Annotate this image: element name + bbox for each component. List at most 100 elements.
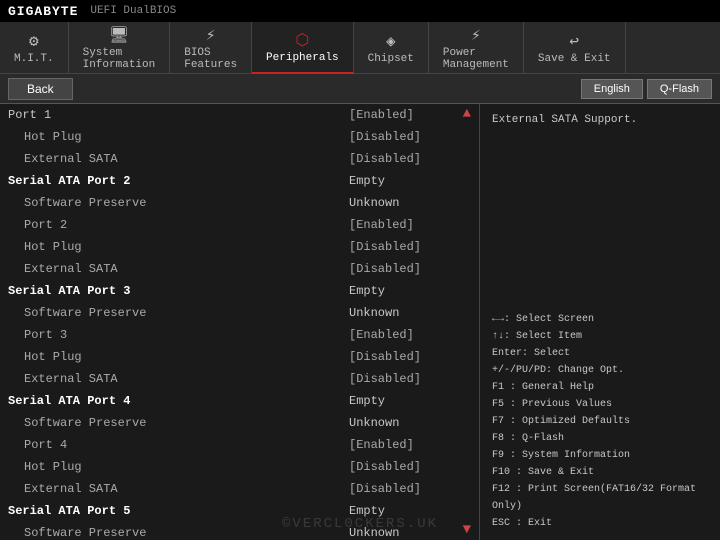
table-row[interactable]: External SATA[Disabled]	[0, 478, 479, 500]
setting-name: External SATA	[8, 482, 341, 496]
table-row[interactable]: External SATA[Disabled]	[0, 258, 479, 280]
setting-name: Serial ATA Port 5	[8, 504, 341, 518]
setting-name: Serial ATA Port 4	[8, 394, 341, 408]
key-guide-line: ↑↓: Select Item	[492, 328, 708, 345]
setting-name: Software Preserve	[8, 526, 341, 540]
table-row[interactable]: Serial ATA Port 5Empty	[0, 500, 479, 522]
table-row[interactable]: Serial ATA Port 3Empty	[0, 280, 479, 302]
setting-name: Serial ATA Port 3	[8, 284, 341, 298]
key-hint: F1 : General Help	[492, 379, 594, 396]
setting-name: Hot Plug	[8, 460, 341, 474]
setting-value: Empty	[341, 284, 471, 298]
table-row[interactable]: Hot Plug[Disabled]	[0, 236, 479, 258]
nav-peripherals-label: Peripherals	[266, 52, 339, 64]
nav-power-mgmt-label: PowerManagement	[443, 47, 509, 71]
nav-bios-features[interactable]: ⚡ BIOSFeatures	[170, 22, 252, 74]
brand-logo: GIGABYTE	[8, 4, 78, 19]
setting-value: Unknown	[341, 196, 471, 210]
table-row[interactable]: Serial ATA Port 2Empty	[0, 170, 479, 192]
key-guide-line: F8 : Q-Flash	[492, 430, 708, 447]
table-row[interactable]: Hot Plug[Disabled]	[0, 456, 479, 478]
nav-bios-features-label: BIOSFeatures	[184, 47, 237, 71]
scroll-down-arrow: ▼	[463, 522, 471, 538]
nav-chipset-label: Chipset	[368, 53, 414, 65]
system-info-icon: 🖥	[109, 25, 129, 45]
setting-value: Unknown	[341, 526, 471, 540]
setting-value: Empty	[341, 504, 471, 518]
setting-value: Unknown	[341, 306, 471, 320]
key-guide-line: F5 : Previous Values	[492, 396, 708, 413]
setting-value: [Disabled]	[341, 372, 471, 386]
english-button[interactable]: English	[581, 79, 643, 99]
setting-name: Port 3	[8, 328, 341, 342]
setting-value: Empty	[341, 394, 471, 408]
action-bar: Back English Q-Flash	[0, 74, 720, 104]
key-guide-line: ←→: Select Screen	[492, 311, 708, 328]
table-row[interactable]: Port 4[Enabled]	[0, 434, 479, 456]
table-row[interactable]: Software PreserveUnknown	[0, 302, 479, 324]
nav-mit-label: M.I.T.	[14, 53, 54, 65]
table-row[interactable]: Port 1[Enabled]	[0, 104, 479, 126]
setting-name: Hot Plug	[8, 240, 341, 254]
key-hint: F8 : Q-Flash	[492, 430, 564, 447]
key-hint: F12 : Print Screen(FAT16/32 Format Only)	[492, 481, 708, 515]
key-hint: F10 : Save & Exit	[492, 464, 594, 481]
nav-bar: ⚙ M.I.T. 🖥 SystemInformation ⚡ BIOSFeatu…	[0, 22, 720, 74]
key-hint: ←→: Select Screen	[492, 311, 594, 328]
table-row[interactable]: Port 3[Enabled]	[0, 324, 479, 346]
table-row[interactable]: Hot Plug[Disabled]	[0, 346, 479, 368]
top-bar: GIGABYTE UEFI DualBIOS	[0, 0, 720, 22]
setting-name: Port 4	[8, 438, 341, 452]
nav-chipset[interactable]: ◈ Chipset	[354, 22, 429, 74]
key-guide-line: F10 : Save & Exit	[492, 464, 708, 481]
mit-icon: ⚙	[29, 31, 39, 51]
table-row[interactable]: Port 2[Enabled]	[0, 214, 479, 236]
nav-save-exit[interactable]: ↩ Save & Exit	[524, 22, 626, 74]
setting-value: [Disabled]	[341, 152, 471, 166]
setting-name: Port 1	[8, 108, 341, 122]
nav-save-exit-label: Save & Exit	[538, 53, 611, 65]
nav-system-info[interactable]: 🖥 SystemInformation	[69, 22, 171, 74]
table-row[interactable]: Software PreserveUnknown	[0, 192, 479, 214]
setting-name: External SATA	[8, 372, 341, 386]
table-row[interactable]: Serial ATA Port 4Empty	[0, 390, 479, 412]
setting-value: [Disabled]	[341, 482, 471, 496]
table-row[interactable]: External SATA[Disabled]	[0, 368, 479, 390]
setting-name: Software Preserve	[8, 416, 341, 430]
setting-name: Software Preserve	[8, 306, 341, 320]
setting-value: [Disabled]	[341, 460, 471, 474]
settings-list: Port 1[Enabled]Hot Plug[Disabled]Externa…	[0, 104, 479, 540]
save-exit-icon: ↩	[569, 31, 579, 51]
power-mgmt-icon: ⚡	[471, 25, 481, 45]
nav-peripherals[interactable]: ⬡ Peripherals	[252, 22, 354, 74]
key-hint: F5 : Previous Values	[492, 396, 612, 413]
nav-mit[interactable]: ⚙ M.I.T.	[0, 22, 69, 74]
key-hint: ESC : Exit	[492, 515, 552, 532]
action-right: English Q-Flash	[581, 79, 720, 99]
main-content: ▲ Port 1[Enabled]Hot Plug[Disabled]Exter…	[0, 104, 720, 540]
settings-panel[interactable]: ▲ Port 1[Enabled]Hot Plug[Disabled]Exter…	[0, 104, 480, 540]
key-hint: +/-/PU/PD: Change Opt.	[492, 362, 624, 379]
setting-name: Serial ATA Port 2	[8, 174, 341, 188]
setting-name: Hot Plug	[8, 130, 341, 144]
table-row[interactable]: Software PreserveUnknown	[0, 412, 479, 434]
table-row[interactable]: External SATA[Disabled]	[0, 148, 479, 170]
chipset-icon: ◈	[386, 31, 396, 51]
setting-value: [Disabled]	[341, 130, 471, 144]
key-guide-line: F12 : Print Screen(FAT16/32 Format Only)	[492, 481, 708, 515]
setting-value: Empty	[341, 174, 471, 188]
key-guide-line: F7 : Optimized Defaults	[492, 413, 708, 430]
qflash-button[interactable]: Q-Flash	[647, 79, 712, 99]
setting-name: Software Preserve	[8, 196, 341, 210]
nav-power-mgmt[interactable]: ⚡ PowerManagement	[429, 22, 524, 74]
key-hint: F9 : System Information	[492, 447, 630, 464]
setting-name: External SATA	[8, 152, 341, 166]
key-hint: ↑↓: Select Item	[492, 328, 582, 345]
key-guide-line: F9 : System Information	[492, 447, 708, 464]
table-row[interactable]: Hot Plug[Disabled]	[0, 126, 479, 148]
back-button[interactable]: Back	[8, 78, 73, 100]
setting-value: [Enabled]	[341, 218, 471, 232]
help-description: External SATA Support.	[492, 112, 708, 129]
table-row[interactable]: Software PreserveUnknown	[0, 522, 479, 540]
setting-name: External SATA	[8, 262, 341, 276]
